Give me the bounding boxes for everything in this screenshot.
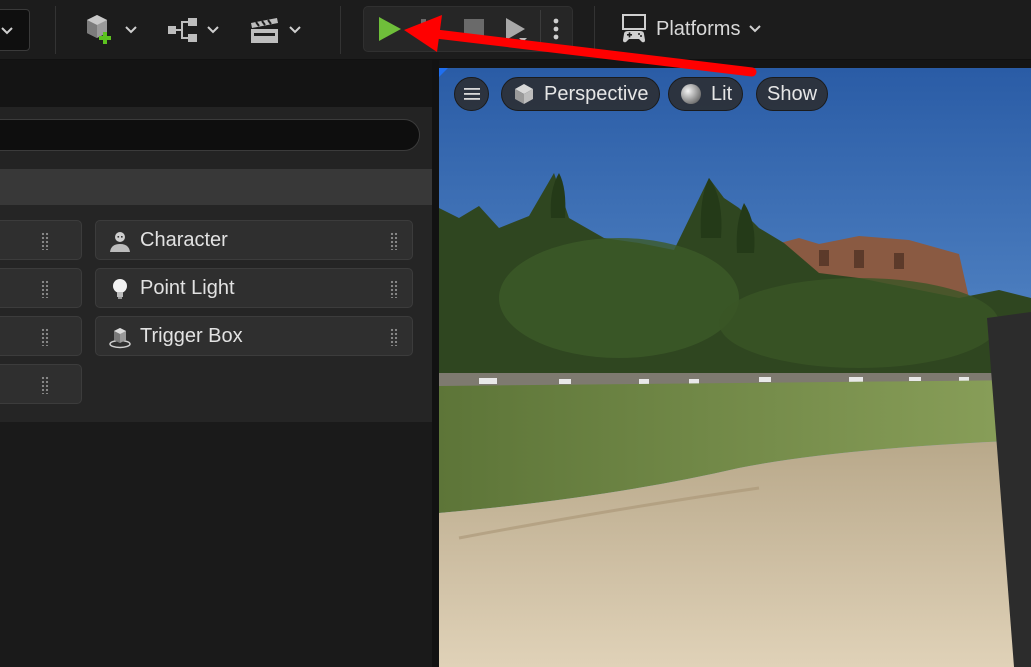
viewport-scene xyxy=(439,68,1031,667)
add-actor-icon xyxy=(87,15,111,44)
lit-sphere-icon xyxy=(681,84,701,104)
toolbar-separator xyxy=(55,6,56,54)
platforms-button[interactable]: Platforms xyxy=(620,13,762,45)
drag-handle-icon[interactable] xyxy=(390,232,398,250)
panel-empty-area xyxy=(0,422,432,667)
drag-handle-icon[interactable] xyxy=(41,232,49,250)
play-button[interactable] xyxy=(373,13,405,45)
actor-item-label: Trigger Box xyxy=(140,325,243,347)
show-label: Show xyxy=(767,82,818,105)
add-actor-button[interactable] xyxy=(82,10,138,50)
stop-icon xyxy=(464,19,484,39)
drag-handle-icon[interactable] xyxy=(41,280,49,298)
actor-item-trigger-box[interactable]: Trigger Box xyxy=(95,316,413,356)
mode-selector[interactable] xyxy=(0,9,30,51)
lighting-mode-label: Lit xyxy=(711,82,733,105)
search-row xyxy=(0,107,432,169)
pause-icon xyxy=(421,19,437,39)
actor-list: Character Point Light Trigger Box xyxy=(0,205,432,422)
perspective-button[interactable]: Perspective xyxy=(501,77,660,111)
show-button[interactable]: Show xyxy=(756,77,829,111)
skip-icon xyxy=(506,18,527,42)
more-options-button[interactable] xyxy=(541,13,571,45)
panel-header xyxy=(0,60,432,107)
skip-button[interactable] xyxy=(500,13,532,45)
actor-item[interactable] xyxy=(0,316,82,356)
pause-button[interactable] xyxy=(413,13,445,45)
toolbar-separator xyxy=(340,6,341,54)
actor-item-label: Character xyxy=(140,229,228,251)
main-toolbar: Platforms xyxy=(0,0,1031,60)
stop-button[interactable] xyxy=(458,13,490,45)
lit-button[interactable]: Lit xyxy=(668,77,744,111)
cinematics-clapper-icon xyxy=(251,18,278,43)
drag-handle-icon[interactable] xyxy=(390,280,398,298)
drag-handle-icon[interactable] xyxy=(41,328,49,346)
hamburger-menu-icon xyxy=(463,88,480,100)
character-icon xyxy=(110,232,130,252)
cinematics-button[interactable] xyxy=(248,10,302,50)
actor-item-label: Point Light xyxy=(140,277,235,299)
actor-item[interactable] xyxy=(0,220,82,260)
point-light-icon xyxy=(113,279,127,299)
panel-splitter[interactable] xyxy=(432,60,439,667)
trigger-box-icon xyxy=(109,328,131,349)
blueprints-button[interactable] xyxy=(166,10,220,50)
actor-item[interactable] xyxy=(0,364,82,404)
drag-handle-icon[interactable] xyxy=(390,328,398,346)
search-input[interactable] xyxy=(0,119,420,151)
chevron-down-icon xyxy=(749,25,762,33)
chevron-down-icon xyxy=(207,26,219,34)
perspective-cube-icon xyxy=(515,84,533,104)
platforms-icon xyxy=(622,14,646,43)
actor-item-character[interactable]: Character xyxy=(95,220,413,260)
viewport-active-corner xyxy=(439,68,448,77)
platforms-label: Platforms xyxy=(656,17,741,40)
actor-item[interactable] xyxy=(0,268,82,308)
place-actors-panel: Character Point Light Trigger Box xyxy=(0,60,432,667)
play-controls-group xyxy=(363,6,573,52)
category-bar xyxy=(0,169,432,205)
viewport-menu-button[interactable] xyxy=(454,77,489,111)
toolbar-separator xyxy=(594,6,595,54)
level-viewport[interactable]: Perspective Lit Show xyxy=(439,68,1031,667)
actor-item-point-light[interactable]: Point Light xyxy=(95,268,413,308)
chevron-down-icon xyxy=(125,26,137,34)
more-options-icon xyxy=(553,18,559,40)
chevron-down-icon xyxy=(289,26,301,34)
view-mode-label: Perspective xyxy=(544,82,649,105)
blueprint-graph-icon xyxy=(168,18,197,42)
chevron-down-icon xyxy=(1,27,13,35)
play-icon xyxy=(379,17,401,41)
drag-handle-icon[interactable] xyxy=(41,376,49,394)
